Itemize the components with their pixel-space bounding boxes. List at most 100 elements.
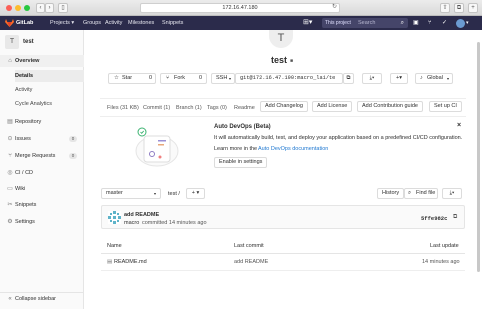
brand-name[interactable]: GitLab xyxy=(16,16,33,30)
merge-requests-icon[interactable]: ⑂ xyxy=(428,16,432,30)
file-name[interactable]: README.md xyxy=(114,259,147,265)
minimize-window-icon[interactable] xyxy=(15,5,21,11)
collapse-sidebar-button[interactable]: « Collapse sidebar xyxy=(0,292,84,304)
share-icon[interactable]: ⇧ xyxy=(440,3,450,13)
search-input[interactable]: Search xyxy=(358,18,375,28)
address-bar[interactable]: 172.16.47.180 xyxy=(140,3,340,13)
book-icon: ▤ xyxy=(7,119,13,125)
enable-in-settings-button[interactable]: Enable in settings xyxy=(214,157,268,168)
reload-icon[interactable]: ↻ xyxy=(332,3,337,10)
sidebar-item-wiki[interactable]: ▭ Wiki xyxy=(0,183,84,195)
snippet-icon: ✂ xyxy=(7,202,13,208)
commit-title[interactable]: add README xyxy=(124,212,159,218)
nav-projects[interactable]: Projects ▾ xyxy=(50,16,74,30)
copy-url-icon[interactable]: ⧉ xyxy=(343,73,354,84)
todos-icon[interactable]: ✓ xyxy=(442,16,447,30)
gear-icon: ⚙ xyxy=(7,219,13,225)
maximize-window-icon[interactable] xyxy=(24,5,30,11)
close-icon[interactable]: × xyxy=(457,122,461,129)
column-header-last-commit: Last commit xyxy=(234,243,264,249)
branch-selector[interactable]: master ▾ xyxy=(101,188,161,199)
back-icon[interactable]: ‹ xyxy=(36,3,45,13)
new-item-icon[interactable]: ⊞▾ xyxy=(303,18,317,28)
column-header-last-update: Last update xyxy=(430,243,459,249)
sidebar-item-label: CI / CD xyxy=(15,170,34,176)
sidebar-toggle-icon[interactable]: ▯ xyxy=(58,3,68,13)
sidebar-item-cycle-analytics[interactable]: Cycle Analytics xyxy=(15,98,84,110)
gitlab-logo-icon[interactable] xyxy=(5,19,14,27)
download-dropdown-icon[interactable]: ⤓▾ xyxy=(362,73,382,84)
tab-readme[interactable]: Readme xyxy=(234,104,255,112)
forward-icon[interactable]: › xyxy=(45,3,54,13)
chevron-down-icon[interactable]: ▾ xyxy=(466,16,469,30)
devops-docs-link[interactable]: Auto DevOps documentation xyxy=(258,146,328,152)
file-last-commit[interactable]: add README xyxy=(234,259,268,265)
search-box[interactable]: This project Search ⌕ xyxy=(322,18,408,28)
sidebar-item-label: Issues xyxy=(15,136,31,142)
download-dropdown-icon[interactable]: ⤓▾ xyxy=(442,188,462,199)
nav-snippets[interactable]: Snippets xyxy=(162,16,183,30)
sidebar-item-repository[interactable]: ▤ Repository xyxy=(0,116,84,128)
tab-tags[interactable]: Tags (0) xyxy=(207,104,227,112)
project-avatar-large: T xyxy=(269,30,293,48)
table-row[interactable]: ▤ README.md add README 14 minutes ago xyxy=(101,254,465,270)
star-button[interactable]: ☆ Star 0 xyxy=(108,73,156,84)
page-scrollbar[interactable] xyxy=(477,42,480,272)
file-last-update: 14 minutes ago xyxy=(422,259,460,265)
new-tab-icon[interactable]: + xyxy=(468,3,478,13)
sidebar-item-merge-requests[interactable]: ⑂ Merge Requests 0 xyxy=(0,150,84,162)
add-file-dropdown-icon[interactable]: + ▾ xyxy=(186,188,205,199)
sidebar-item-settings[interactable]: ⚙ Settings xyxy=(0,216,84,228)
fork-button[interactable]: ⑂ Fork 0 xyxy=(160,73,207,84)
breadcrumb-path[interactable]: test / xyxy=(168,191,180,197)
sidebar-project-name[interactable]: test xyxy=(23,39,34,45)
commit-author[interactable]: macro xyxy=(124,220,139,226)
home-icon: ⌂ xyxy=(8,58,12,64)
user-avatar[interactable] xyxy=(456,19,465,28)
nav-groups[interactable]: Groups xyxy=(83,16,101,30)
file-icon: ▤ xyxy=(107,259,113,265)
tab-branch[interactable]: Branch (1) xyxy=(176,104,202,112)
notification-dropdown[interactable]: ♪ Global ▾ xyxy=(415,73,453,84)
search-scope: This project xyxy=(325,20,351,26)
commit-sha[interactable]: 5ffe982c xyxy=(421,215,447,222)
set-up-ci-button[interactable]: Set up CI xyxy=(429,101,462,112)
history-button[interactable]: History xyxy=(377,188,405,199)
sidebar-item-label: Settings xyxy=(15,219,35,225)
clone-protocol-dropdown[interactable]: SSH ▾ xyxy=(211,73,235,84)
clone-url-input[interactable]: git@172.16.47.190:macro_lai/te xyxy=(235,73,343,84)
commit-author-avatar[interactable] xyxy=(108,211,121,224)
gitlab-navbar: GitLab Projects ▾ Groups Activity Milest… xyxy=(0,16,482,30)
add-changelog-button[interactable]: Add Changelog xyxy=(260,101,308,112)
nav-activity[interactable]: Activity xyxy=(105,16,122,30)
last-commit-panel: add README macro committed 14 minutes ag… xyxy=(101,205,465,229)
sidebar-panel-icon[interactable]: ▣ xyxy=(413,16,419,30)
add-dropdown-icon[interactable]: +▾ xyxy=(390,73,408,84)
lock-icon: ■ xyxy=(290,58,294,64)
add-contribution-guide-button[interactable]: Add Contribution guide xyxy=(357,101,423,112)
chevron-down-icon: ▾ xyxy=(153,191,156,196)
column-header-name: Name xyxy=(107,243,122,249)
add-license-button[interactable]: Add License xyxy=(312,101,353,112)
sidebar-item-overview[interactable]: ⌂ Overview xyxy=(0,55,84,67)
divider xyxy=(100,98,466,99)
close-window-icon[interactable] xyxy=(6,5,12,11)
fork-icon: ⑂ xyxy=(166,75,170,81)
sidebar-item-label: Snippets xyxy=(15,202,37,208)
copy-sha-icon[interactable]: ⧉ xyxy=(453,214,457,221)
branch-name: master xyxy=(106,190,123,196)
find-file-button[interactable]: ⌕ Find file xyxy=(404,188,438,199)
tabs-icon[interactable]: ⧉ xyxy=(454,3,464,13)
tab-files[interactable]: Files (31 KB) xyxy=(107,104,139,112)
sidebar-item-issues[interactable]: ⊙ Issues 0 xyxy=(0,133,84,145)
star-icon: ☆ xyxy=(114,75,119,81)
devops-description: It will automatically build, test, and d… xyxy=(214,135,463,141)
star-count: 0 xyxy=(149,75,153,81)
tab-commit[interactable]: Commit (1) xyxy=(143,104,170,112)
sidebar-item-activity[interactable]: Activity xyxy=(15,84,84,96)
sidebar-item-ci-cd[interactable]: ◎ CI / CD xyxy=(0,167,84,179)
sidebar-item-snippets[interactable]: ✂ Snippets xyxy=(0,199,84,211)
nav-milestones[interactable]: Milestones xyxy=(128,16,154,30)
project-avatar[interactable]: T xyxy=(5,35,19,49)
sidebar-item-details[interactable]: Details xyxy=(15,70,84,82)
